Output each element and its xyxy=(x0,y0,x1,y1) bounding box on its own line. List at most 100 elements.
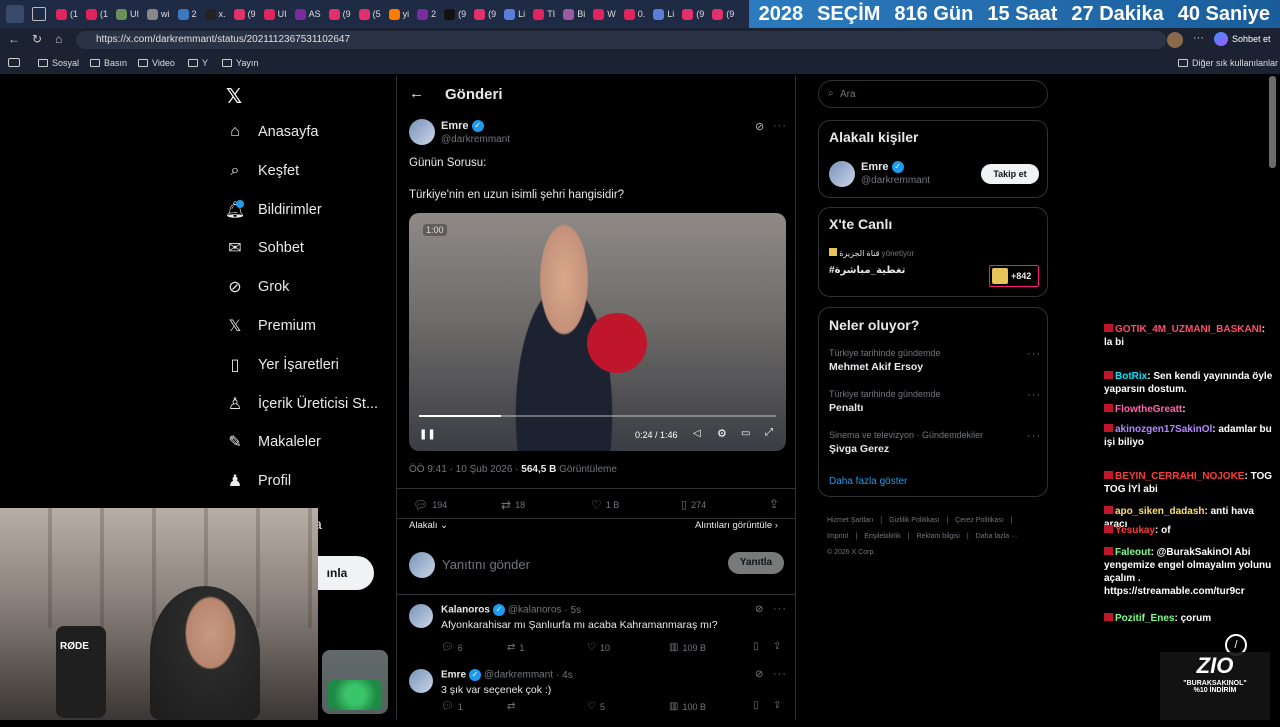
relevant-name[interactable]: Emre ✓ xyxy=(861,161,904,174)
browser-tab[interactable]: yi xyxy=(385,8,414,20)
chat-username[interactable]: BEYIN_CERRAHI_NOJOKE xyxy=(1115,471,1244,482)
reply-item[interactable]: Emre ✓ @darkremmant · 4s ⊘ ··· 3 şık var seçen… xyxy=(397,667,795,727)
author-name[interactable]: Emre ✓ xyxy=(441,120,484,133)
author-handle[interactable]: @darkremmant xyxy=(441,134,510,145)
view-quotes-link[interactable]: Alıntıları görüntüle › xyxy=(695,520,778,531)
footer-link[interactable]: Hizmet Şartları xyxy=(827,517,873,524)
live-topic[interactable]: #تغطية_مباشرة xyxy=(829,265,905,276)
sort-relevant[interactable]: Alakalı ⌄ xyxy=(409,520,448,531)
browser-tab[interactable]: (1 xyxy=(52,8,82,20)
reply-button[interactable]: Yanıtla xyxy=(728,552,784,574)
bookmark-folder[interactable]: Y xyxy=(188,58,208,68)
reply-handle[interactable]: @kalanoros xyxy=(508,605,562,616)
author-avatar[interactable] xyxy=(409,119,435,145)
nav-item-makaleler[interactable]: ✎ Makaleler xyxy=(226,433,321,451)
share-icon[interactable]: ⇪ xyxy=(769,497,779,511)
pause-icon[interactable]: ❚❚ xyxy=(419,429,436,440)
grok-icon[interactable]: ⊘ xyxy=(755,120,764,133)
browser-tab[interactable]: TI xyxy=(529,8,559,20)
fullscreen-icon[interactable]: ⤢ xyxy=(765,427,773,438)
chat-button[interactable]: Sohbet et xyxy=(1214,32,1271,46)
relevant-handle[interactable]: @darkremmant xyxy=(861,175,930,186)
browser-tab[interactable]: (9 xyxy=(708,8,738,20)
grok-icon[interactable]: ⊘ xyxy=(755,604,763,615)
url-field[interactable]: https://x.com/darkremmant/status/2021112… xyxy=(76,31,1166,49)
grok-icon[interactable]: ⊘ xyxy=(755,669,763,680)
footer-link[interactable]: Erişilebilirlik xyxy=(864,533,901,540)
browser-tab[interactable]: (9 xyxy=(470,8,500,20)
bookmark-folder[interactable]: Basın xyxy=(90,58,127,68)
profile-avatar[interactable] xyxy=(1167,32,1183,48)
chat-username[interactable]: akinozgen17SakinOl xyxy=(1115,424,1212,435)
live-host[interactable]: قناة الجزيرة yönetiyor xyxy=(829,248,914,258)
footer-link[interactable]: Reklam bilgisi xyxy=(917,533,960,540)
live-listeners[interactable]: +842 xyxy=(989,265,1039,287)
chat-username[interactable]: Faleout xyxy=(1115,547,1151,558)
search-input[interactable]: ⌕ Ara xyxy=(818,80,1048,108)
repost-stat[interactable]: ⇄ 18 xyxy=(501,498,525,512)
browser-tab[interactable]: AS xyxy=(291,8,325,20)
reply-stat[interactable]: 💬︎ 6 xyxy=(441,642,463,653)
browser-tab[interactable]: (9 xyxy=(440,8,470,20)
trend-item[interactable]: Sinema ve televizyon · Gündemdekiler Şivg… xyxy=(829,430,1041,464)
nav-item-sohbet[interactable]: ✉ Sohbet xyxy=(226,239,304,257)
heart-stat[interactable]: ♡ 10 xyxy=(587,642,610,653)
nav-item-premium[interactable]: 𝕏 Premium xyxy=(226,317,316,335)
reply-item[interactable]: Kalanoros ✓ @kalanoros · 5s ⊘ ··· Afyonkarahis… xyxy=(397,602,795,662)
chat-username[interactable]: apo_siken_dadash xyxy=(1115,506,1204,517)
sidebar-toggle-icon[interactable] xyxy=(8,58,20,67)
trend-more-icon[interactable]: ··· xyxy=(1027,348,1041,360)
browser-tab[interactable]: UI xyxy=(112,8,143,20)
reply-avatar[interactable] xyxy=(409,604,433,628)
relevant-avatar[interactable] xyxy=(829,161,855,187)
video-progress-bar[interactable] xyxy=(419,415,776,417)
x-logo-icon[interactable]: 𝕏 xyxy=(226,84,242,109)
browser-tab[interactable]: (9 xyxy=(678,8,708,20)
bookmark-icon[interactable]: ▯ xyxy=(753,700,759,711)
more-icon[interactable]: ··· xyxy=(1193,32,1204,44)
follow-button[interactable]: Takip et xyxy=(981,164,1039,184)
nav-item-anasayfa[interactable]: ⌂ Anasayfa xyxy=(226,123,318,141)
pip-icon[interactable]: ▭ xyxy=(741,428,750,439)
like-stat[interactable]: ♡ 1 B xyxy=(591,498,619,512)
nav-item-grok[interactable]: ⊘ Grok xyxy=(226,278,289,296)
nav-item-i-çerik-üreticisi-st-[interactable]: ♙ İçerik Üreticisi St... xyxy=(226,395,378,413)
reply-more-icon[interactable]: ··· xyxy=(773,668,787,680)
nav-item-keşfet[interactable]: ⌕ Keşfet xyxy=(226,162,300,180)
chat-username[interactable]: BotRix xyxy=(1115,371,1147,382)
video-player[interactable]: 1:00 ❚❚ 0:24 / 1:46 ◁ ⚙ ▭ ⤢ xyxy=(409,213,786,451)
share-icon[interactable]: ⇪ xyxy=(773,700,781,711)
heart-stat[interactable]: ♡ 5 xyxy=(587,701,605,712)
views-stat[interactable]: ▥ 100 B xyxy=(669,701,706,712)
reply-handle[interactable]: @darkremmant xyxy=(484,670,553,681)
reply-more-icon[interactable]: ··· xyxy=(773,603,787,615)
browser-tab[interactable]: 0. xyxy=(620,8,650,20)
reply-author[interactable]: Emre xyxy=(441,670,466,681)
other-bookmarks[interactable]: Diğer sık kullanılanlar xyxy=(1178,58,1278,68)
scroll-thumb[interactable] xyxy=(1269,76,1276,168)
browser-tab[interactable]: Li xyxy=(649,8,678,20)
footer-link[interactable]: Gizlilik Politikası xyxy=(889,517,939,524)
reply-avatar[interactable] xyxy=(409,669,433,693)
views-stat[interactable]: ▥ 109 B xyxy=(669,642,706,653)
nav-item-yer-i-şaretleri[interactable]: ▯ Yer İşaretleri xyxy=(226,356,339,374)
refresh-icon[interactable]: ↻ xyxy=(32,32,42,46)
back-icon[interactable]: ← xyxy=(8,32,20,46)
nav-item-profil[interactable]: ♟ Profil xyxy=(226,472,291,490)
browser-tab[interactable]: (9 xyxy=(230,8,260,20)
reply-time[interactable]: · 5s xyxy=(564,605,581,616)
browser-tab[interactable]: Li xyxy=(500,8,529,20)
chat-username[interactable]: Yesukay xyxy=(1115,525,1155,536)
reply-author[interactable]: Kalanoros xyxy=(441,605,490,616)
repost-stat[interactable]: ⇄ xyxy=(507,701,519,712)
browser-tab[interactable]: 2 xyxy=(174,8,201,20)
trend-item[interactable]: Türkiye tarihinde gündemde Mehmet Akif Er… xyxy=(829,348,1041,382)
show-more-link[interactable]: Daha fazla göster xyxy=(829,476,907,487)
trend-more-icon[interactable]: ··· xyxy=(1027,430,1041,442)
footer-link[interactable]: Daha fazla ··· xyxy=(976,533,1018,540)
tab-list-icon[interactable] xyxy=(6,5,24,23)
workspace-icon[interactable] xyxy=(32,7,46,21)
chat-username[interactable]: GOTIK_4M_UZMANI_BASKANI xyxy=(1115,324,1262,335)
bookmark-folder[interactable]: Video xyxy=(138,58,175,68)
browser-tab[interactable]: (5 xyxy=(355,8,385,20)
